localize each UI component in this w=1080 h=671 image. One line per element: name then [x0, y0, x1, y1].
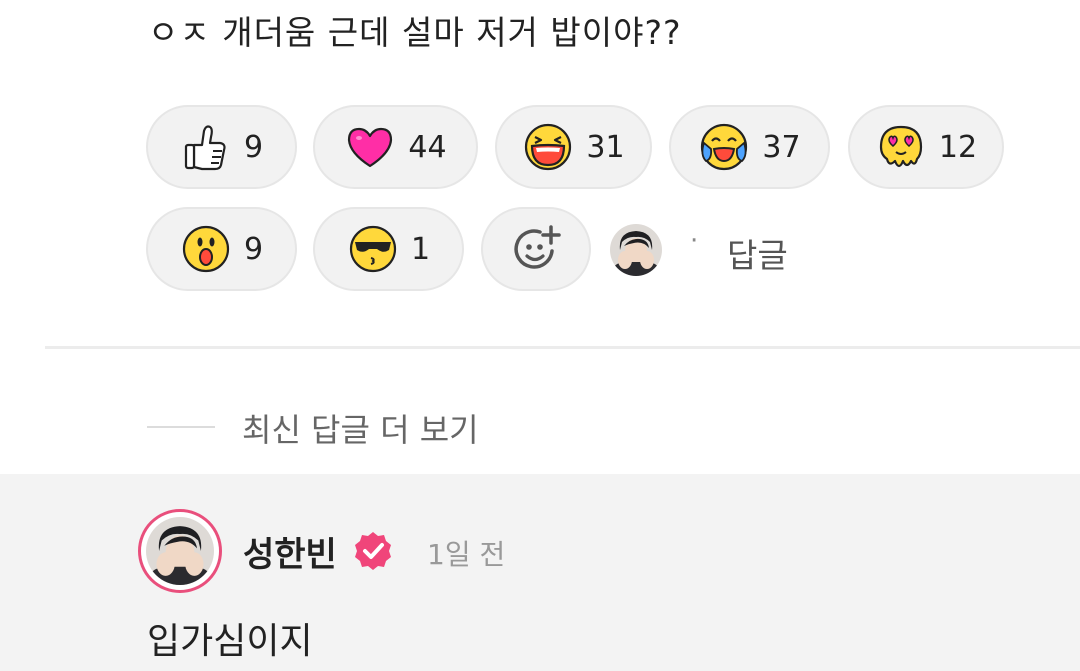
- reaction-crying-laughing[interactable]: 37: [669, 105, 830, 189]
- add-reaction-button[interactable]: [481, 207, 591, 291]
- reaction-count: 37: [762, 129, 801, 165]
- surprised-face-icon: [182, 225, 230, 273]
- more-replies-link[interactable]: 최신 답글 더 보기: [242, 405, 479, 451]
- heart-icon: [348, 127, 393, 168]
- reply-timestamp: 1일 전: [427, 538, 506, 571]
- reaction-surprised[interactable]: 9: [146, 207, 297, 291]
- melting-heart-eyes-icon: [879, 125, 923, 168]
- reaction-melting-heart-eyes[interactable]: 12: [848, 105, 1004, 189]
- reaction-count: 9: [243, 231, 264, 267]
- reply-button[interactable]: 답글: [727, 229, 788, 277]
- reaction-laughing[interactable]: 31: [495, 105, 652, 189]
- section-divider: [45, 346, 1080, 349]
- author-avatar[interactable]: [138, 509, 222, 593]
- reaction-count: 44: [408, 129, 447, 165]
- reaction-count: 31: [586, 129, 625, 165]
- crying-laughing-face-icon: [701, 123, 748, 171]
- reaction-cool[interactable]: 1: [313, 207, 464, 291]
- reaction-thumbs-up[interactable]: 9: [146, 105, 297, 189]
- comment-text: ㅇㅈ 개더움 근데 설마 저거 밥이야??: [148, 13, 682, 52]
- reactor-avatar[interactable]: [610, 224, 662, 276]
- more-replies-line: [147, 426, 215, 428]
- avatar-image: [610, 224, 662, 276]
- verified-badge-icon: [355, 532, 391, 570]
- sunglasses-face-icon: [349, 225, 397, 273]
- add-emoji-icon: [514, 225, 561, 269]
- reaction-count: 9: [243, 129, 264, 165]
- reaction-count: 1: [410, 231, 431, 267]
- reaction-count: 12: [938, 129, 978, 165]
- separator-dot: ·: [690, 226, 699, 256]
- author-name[interactable]: 성한빈: [243, 527, 337, 576]
- reply-text: 입가심이지: [147, 621, 313, 662]
- reaction-heart[interactable]: 44: [313, 105, 478, 189]
- laughing-face-icon: [525, 123, 572, 171]
- thumbs-up-icon: [184, 125, 226, 171]
- author-avatar-image: [146, 517, 214, 585]
